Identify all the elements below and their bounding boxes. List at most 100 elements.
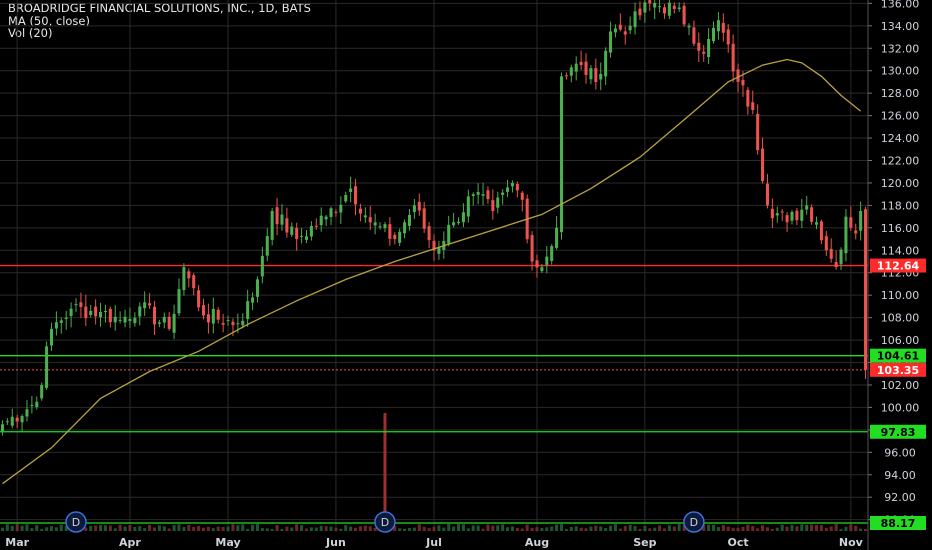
candle-body — [540, 267, 544, 272]
volume-bar — [417, 524, 421, 531]
candle-body — [721, 22, 725, 33]
volume-bar — [295, 524, 299, 531]
candle-body — [118, 319, 122, 321]
volume-bar — [5, 524, 9, 531]
volume-bar — [211, 528, 215, 531]
candle-body — [285, 218, 289, 233]
candle-body — [373, 222, 377, 226]
volume-bar — [559, 524, 564, 531]
candle-body — [506, 187, 510, 192]
volume-bar — [461, 524, 465, 531]
candle-body — [736, 69, 740, 82]
dividend-marker-label: D — [690, 516, 698, 529]
candle-body — [545, 256, 549, 265]
volume-bar — [520, 528, 524, 531]
volume-badge-text: 88.17 — [881, 517, 916, 530]
volume-bar — [667, 525, 671, 531]
x-tick-label: Mar — [5, 536, 29, 549]
candle-body — [246, 301, 250, 319]
candle-body — [354, 186, 358, 205]
volume-bar — [221, 526, 225, 531]
candle-body — [746, 89, 750, 107]
volume-bar — [354, 527, 358, 531]
candle-body — [167, 316, 171, 329]
volume-bar — [716, 527, 720, 531]
candle-body — [368, 217, 372, 223]
volume-bar — [613, 524, 617, 531]
candle-body — [481, 194, 485, 196]
candle-body — [785, 215, 789, 223]
candle-body — [226, 320, 230, 322]
volume-bar — [638, 528, 642, 531]
candle-body — [45, 346, 49, 388]
x-tick-label: Jul — [425, 536, 442, 549]
candle-body — [40, 385, 44, 399]
volume-bar — [373, 527, 377, 531]
volume-bar — [128, 525, 132, 531]
volume-bar — [251, 524, 255, 531]
volume-bar — [15, 524, 19, 531]
candle-body — [309, 225, 313, 237]
volume-bar — [540, 528, 544, 531]
candle-body — [594, 68, 598, 82]
volume-bar — [59, 524, 63, 531]
volume-bar — [785, 526, 789, 531]
volume-bar — [329, 526, 333, 531]
candle-body — [854, 230, 858, 234]
volume-bar — [746, 524, 750, 531]
volume-bar — [172, 525, 176, 531]
candle-body — [206, 314, 210, 323]
candle-body — [574, 63, 578, 72]
volume-bar — [814, 524, 819, 531]
candlestick-chart[interactable]: DDD 90.0092.0094.0096.0098.00100.00102.0… — [0, 0, 932, 550]
candle-body — [30, 404, 34, 406]
x-tick-label: Jun — [325, 536, 346, 549]
candle-body — [138, 306, 142, 317]
volume-bar — [236, 525, 240, 531]
candle-body — [672, 5, 676, 9]
candle-body — [329, 208, 333, 217]
volume-bar — [422, 526, 426, 531]
volume-bar — [859, 528, 863, 531]
candle-body — [633, 11, 637, 28]
level-badge-text: 97.83 — [881, 426, 916, 439]
volume-bar — [442, 527, 446, 531]
x-tick-label: Oct — [727, 536, 748, 549]
x-tick-label: Aug — [525, 536, 549, 549]
candle-body — [638, 8, 642, 16]
moving-average — [2, 58, 862, 485]
candle-body — [0, 424, 4, 431]
volume-bar — [368, 526, 372, 531]
candle-body — [255, 279, 259, 297]
candle-body — [800, 209, 804, 221]
volume-bar — [864, 528, 868, 531]
candle-body — [790, 211, 794, 221]
level-badge-text: 104.61 — [877, 350, 919, 363]
volume-bar — [447, 524, 451, 531]
candle-body — [682, 5, 686, 25]
volume-bar — [123, 526, 127, 531]
volume-bar — [412, 527, 416, 531]
candle-body — [300, 235, 304, 237]
candle-body — [162, 316, 166, 323]
volume-bar — [255, 524, 259, 531]
x-tick-label: Nov — [839, 536, 864, 549]
y-tick-label: 116.00 — [881, 222, 920, 235]
candle-body — [643, 2, 647, 13]
candle-body — [628, 25, 632, 31]
volume-bar — [226, 526, 230, 531]
y-tick-label: 136.00 — [881, 0, 920, 10]
volume-bar — [103, 525, 107, 531]
volume-bar — [721, 525, 725, 531]
volume-bar — [765, 527, 769, 531]
candle-body — [844, 216, 848, 254]
volume-bar — [192, 526, 196, 531]
volume-bar — [403, 528, 407, 531]
volume-bar — [358, 526, 362, 531]
candle-body — [280, 214, 284, 225]
volume-bar — [108, 525, 112, 531]
volume-bar — [398, 528, 402, 531]
candle-body — [216, 309, 220, 320]
volume-bar — [10, 525, 14, 531]
candle-body — [486, 190, 490, 200]
